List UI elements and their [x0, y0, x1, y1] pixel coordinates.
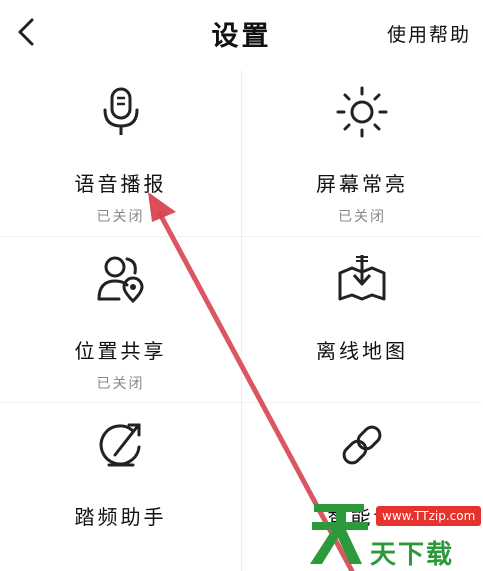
watermark: www.TTzip.com 天下载	[306, 496, 483, 571]
voice-broadcast-item[interactable]: 语音播报 已关闭	[0, 70, 241, 236]
watermark-text: 天下载	[370, 540, 455, 570]
map-download-icon	[334, 251, 390, 307]
offline-map-item[interactable]: 离线地图	[241, 236, 482, 402]
item-label: 位置共享	[74, 339, 167, 363]
top-bar: 设置 使用帮助	[0, 0, 483, 64]
sun-icon	[334, 84, 390, 140]
microphone-icon	[93, 84, 149, 140]
back-button[interactable]	[8, 14, 44, 50]
item-label: 踏频助手	[74, 505, 167, 529]
cadence-assistant-item[interactable]: 踏频助手	[0, 402, 241, 571]
location-sharing-item[interactable]: 位置共享 已关闭	[0, 236, 241, 402]
item-status: 已关闭	[96, 376, 145, 392]
item-label: 语音播报	[74, 172, 167, 196]
cadence-icon	[93, 417, 149, 473]
item-label: 离线地图	[316, 339, 408, 363]
item-label: 屏幕常亮	[316, 172, 408, 196]
screen-always-on-item[interactable]: 屏幕常亮 已关闭	[241, 70, 482, 236]
item-status: 已关闭	[338, 209, 386, 225]
watermark-logo-icon	[310, 504, 368, 564]
help-link[interactable]: 使用帮助	[387, 20, 471, 47]
link-icon	[334, 417, 390, 473]
watermark-url: www.TTzip.com	[376, 506, 482, 526]
chevron-left-icon	[18, 18, 34, 46]
user-location-icon	[93, 251, 149, 307]
item-status: 已关闭	[96, 209, 145, 225]
